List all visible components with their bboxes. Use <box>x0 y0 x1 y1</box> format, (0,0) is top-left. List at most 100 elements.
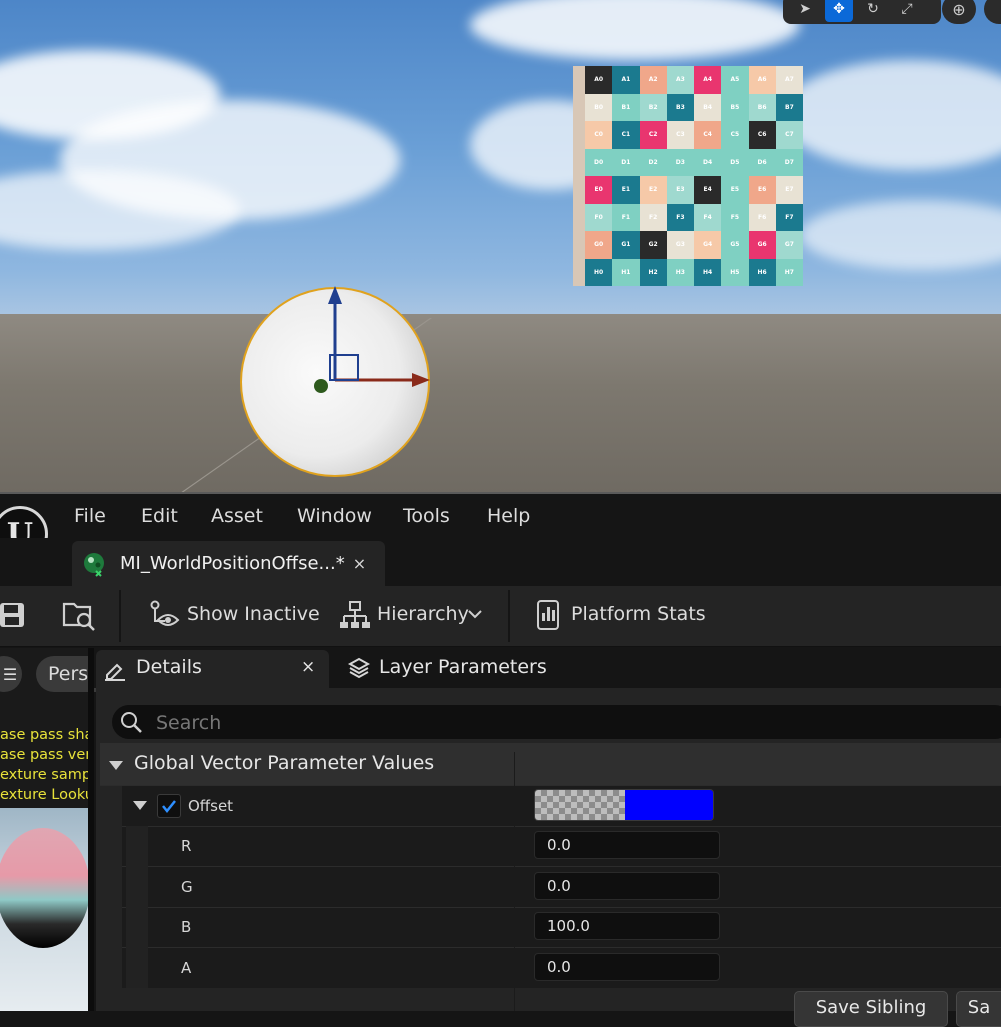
cube-tile: B0 <box>585 93 613 121</box>
cube-tile: H0 <box>585 258 613 286</box>
close-icon[interactable]: × <box>353 554 366 573</box>
cube-tile: G7 <box>775 231 803 259</box>
channel-a-value[interactable]: 0.0 <box>534 953 720 981</box>
cube-tile: F2 <box>639 203 667 231</box>
cube-tile: D7 <box>775 148 803 176</box>
checker-cube[interactable]: A0 A1 A2 A3 A4 A5 A6 A7 B0 B1 B2 B3 B4 B5 B6 B7 C0 C1 C2 C3… <box>585 66 803 286</box>
menu-asset[interactable]: Asset <box>211 505 263 527</box>
cube-tile: D1 <box>612 148 640 176</box>
column-divider <box>514 752 515 1011</box>
cube-tile: E4 <box>694 176 722 204</box>
cube-tile: A0 <box>585 66 613 94</box>
toolbar-separator <box>119 590 121 642</box>
browse-asset-icon[interactable] <box>62 598 96 632</box>
panel-splitter[interactable] <box>88 648 94 1011</box>
search-icon <box>121 712 142 733</box>
close-icon[interactable]: × <box>301 657 315 677</box>
cube-tile: B5 <box>721 93 749 121</box>
scale-tool-button[interactable]: ⤢ <box>893 0 921 22</box>
cube-tile: B2 <box>639 93 667 121</box>
cube-tile: B6 <box>748 93 776 121</box>
cube-tile: H7 <box>775 258 803 286</box>
swatch-alpha-preview <box>535 790 625 820</box>
cube-tile: B4 <box>694 93 722 121</box>
cube-tile: G4 <box>694 231 722 259</box>
cube-tile: E7 <box>775 176 803 204</box>
checkmark-icon <box>162 800 176 814</box>
menu-window[interactable]: Window <box>297 505 372 527</box>
channel-g-label: G <box>181 878 193 896</box>
collapse-arrow-icon[interactable] <box>108 759 124 771</box>
cube-tile: D2 <box>639 148 667 176</box>
offset-color-swatch[interactable] <box>534 789 714 821</box>
menu-edit[interactable]: Edit <box>141 505 178 527</box>
cube-tile: D4 <box>694 148 722 176</box>
cube-tile: H4 <box>694 258 722 286</box>
ground-plane <box>0 314 1001 494</box>
preview-stat-line: exture samp <box>0 767 92 783</box>
cube-tile: E2 <box>639 176 667 204</box>
channel-a-label: A <box>181 959 192 977</box>
translate-tool-button[interactable]: ✥ <box>825 0 853 22</box>
menu-help[interactable]: Help <box>487 505 530 527</box>
rotate-tool-button[interactable]: ↻ <box>859 0 887 22</box>
cube-tile: G2 <box>639 231 667 259</box>
cube-tile: A7 <box>775 66 803 94</box>
edit-pencil-icon <box>105 663 125 681</box>
menu-file[interactable]: File <box>74 505 106 527</box>
offset-enable-checkbox[interactable] <box>157 794 181 818</box>
cube-tile: B1 <box>612 93 640 121</box>
material-instance-icon <box>82 551 108 577</box>
save-icon[interactable] <box>0 601 28 629</box>
material-instance-tab[interactable]: MI_WorldPositionOffse...* × <box>72 541 385 586</box>
cube-tile: D3 <box>666 148 694 176</box>
tab-details[interactable] <box>96 650 329 688</box>
cube-tile: B7 <box>775 93 803 121</box>
platform-stats-button[interactable]: Platform Stats <box>571 603 706 625</box>
cube-tile: C1 <box>612 121 640 149</box>
cube-tile: A2 <box>639 66 667 94</box>
hamburger-icon: ☰ <box>2 664 18 684</box>
cloud <box>800 200 1001 270</box>
viewport-transform-toolbar: ➤ ✥ ↻ ⤢ <box>783 0 941 24</box>
hierarchy-icon <box>340 601 370 628</box>
cube-tile: F1 <box>612 203 640 231</box>
cube-tile: D5 <box>721 148 749 176</box>
preview-stat-line: ase pass ver <box>0 747 92 763</box>
cube-tile: C6 <box>748 121 776 149</box>
chevron-down-icon[interactable] <box>467 608 483 620</box>
save-child-button[interactable]: Sa <box>956 991 1001 1027</box>
cube-tile: F7 <box>775 203 803 231</box>
scale-icon: ⤢ <box>901 1 913 17</box>
channel-g-value[interactable]: 0.0 <box>534 872 720 900</box>
expand-arrow-icon[interactable] <box>132 799 148 811</box>
channel-r-value[interactable]: 0.0 <box>534 831 720 859</box>
cube-tile: H3 <box>666 258 694 286</box>
move-icon: ✥ <box>833 1 845 17</box>
save-sibling-button[interactable]: Save Sibling <box>794 991 948 1027</box>
cube-tile: D0 <box>585 148 613 176</box>
cube-tile: H6 <box>748 258 776 286</box>
rotate-icon: ↻ <box>867 1 879 17</box>
channel-b-label: B <box>181 918 192 936</box>
cube-tile: F6 <box>748 203 776 231</box>
menu-tools[interactable]: Tools <box>403 505 450 527</box>
select-tool-button[interactable]: ➤ <box>791 0 819 22</box>
platform-stats-icon <box>537 600 559 630</box>
indent-guide <box>100 826 122 1011</box>
cube-tile: H1 <box>612 258 640 286</box>
tab-layer-parameters[interactable]: Layer Parameters <box>379 656 547 678</box>
cube-tile: G3 <box>666 231 694 259</box>
level-viewport[interactable]: A0 A1 A2 A3 A4 A5 A6 A7 B0 B1 B2 B3 B4 B5 B6 B7 C0 C1 C2 C3… <box>0 0 1001 494</box>
cube-tile: C4 <box>694 121 722 149</box>
cube-tile: H2 <box>639 258 667 286</box>
hierarchy-dropdown[interactable]: Hierarchy <box>377 603 469 625</box>
channel-b-value[interactable]: 100.0 <box>534 912 720 940</box>
cube-tile: D6 <box>748 148 776 176</box>
cube-tile: G1 <box>612 231 640 259</box>
cube-tile: E0 <box>585 176 613 204</box>
search-input[interactable] <box>154 707 858 739</box>
show-inactive-button[interactable]: Show Inactive <box>187 603 320 625</box>
cube-tile: H5 <box>721 258 749 286</box>
transform-gizmo[interactable] <box>300 284 440 394</box>
